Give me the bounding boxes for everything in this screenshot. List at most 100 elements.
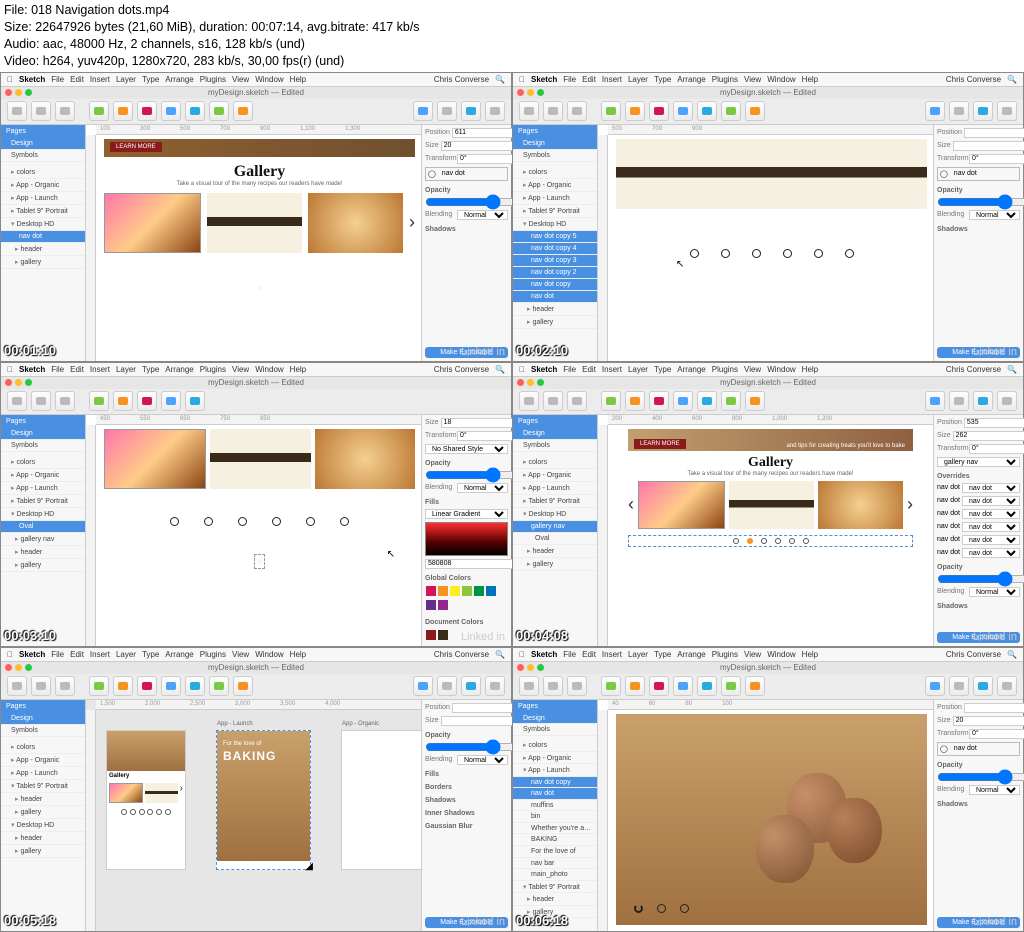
page-item[interactable]: Symbols (1, 150, 85, 162)
canvas[interactable]: 1003005007009001,1001,300 LEARN MORE Gal… (86, 125, 421, 361)
tool-button[interactable] (137, 101, 157, 121)
file-line: Video: h264, yuv420p, 1280x720, 283 kb/s… (4, 53, 1020, 70)
arrow-right-icon[interactable]: › (907, 494, 913, 515)
layer-item-selected[interactable]: nav dot copy 2 (513, 267, 597, 279)
app-name[interactable]: Sketch (19, 75, 45, 84)
tool-button[interactable] (413, 101, 433, 121)
nav-dots[interactable] (616, 249, 927, 258)
thumb-3: SketchFileEditInsertLayerTypeArrangePlug… (0, 362, 512, 647)
layer-item-selected[interactable]: nav dot copy 3 (513, 255, 597, 267)
layer-item-selected[interactable]: nav dot copy (513, 777, 597, 789)
arrow-left-icon[interactable]: ‹ (628, 494, 634, 515)
layer-item-selected[interactable]: Oval (1, 521, 85, 533)
panel-header: Pages (1, 125, 85, 138)
layer-item[interactable]: colors (1, 166, 85, 179)
tool-button[interactable] (89, 101, 109, 121)
thumbnail-grid: Sketch File Edit Insert Layer Type Arrange Plu… (0, 72, 1024, 932)
nav-dot-active[interactable] (747, 538, 753, 544)
user-name[interactable]: Chris Converse (434, 75, 489, 84)
gallery-image[interactable] (207, 193, 302, 253)
search-icon[interactable]: 🔍 (495, 75, 505, 84)
layer-item[interactable]: gallery (1, 256, 85, 269)
layer-item[interactable]: Desktop HD (1, 218, 85, 231)
layers-panel[interactable]: Pages Design Symbols colors App - Organi… (1, 125, 86, 361)
thumb-2: SketchFileEditInsertLayerTypeArrangePlug… (512, 72, 1024, 362)
timestamp: 00:06:18 (516, 913, 568, 928)
gallery-title: Gallery (104, 163, 415, 181)
arrow-right-icon[interactable]: › (409, 212, 415, 233)
tool-button[interactable] (485, 101, 505, 121)
nav-dot[interactable] (690, 249, 699, 258)
layer-item-selected[interactable]: gallery nav (513, 521, 597, 533)
swatch-row[interactable] (425, 585, 508, 613)
gallery-image[interactable] (104, 193, 201, 253)
fill-type-select[interactable]: Linear Gradient (425, 509, 508, 519)
tool-button[interactable] (161, 101, 181, 121)
gallery-nav-select[interactable]: gallery nav (937, 457, 1020, 467)
thumb-1: Sketch File Edit Insert Layer Type Arrange Plu… (0, 72, 512, 362)
tool-button[interactable] (7, 101, 27, 121)
gallery-image[interactable] (308, 193, 403, 253)
color-picker[interactable] (425, 522, 508, 556)
thumb-4: SketchFileEditInsertLayerTypeArrangePlug… (512, 362, 1024, 647)
layer-item[interactable]: App - Launch (1, 192, 85, 205)
traffic-lights[interactable] (5, 89, 32, 96)
resize-handle-icon[interactable]: ◢ (305, 861, 313, 872)
menubar[interactable]: Sketch File Edit Insert Layer Type Arrange Plu… (1, 73, 511, 87)
layer-item-selected[interactable]: nav dot copy 4 (513, 243, 597, 255)
layer-item-selected[interactable]: nav dot (513, 291, 597, 303)
menu-item[interactable]: Arrange (165, 75, 193, 84)
tool-button[interactable] (209, 101, 229, 121)
blend-select[interactable]: Normal (457, 210, 508, 220)
hero-text: and tips for creating treats you'll love… (786, 443, 905, 449)
symbol-name[interactable]: nav dot (442, 170, 465, 177)
selection-marker[interactable]: ◌ (254, 554, 265, 569)
nav-dots-group[interactable] (628, 535, 913, 547)
section-label: Opacity (425, 187, 508, 194)
menu-item[interactable]: Edit (70, 75, 84, 84)
menu-item[interactable]: Layer (116, 75, 136, 84)
tool-button[interactable] (233, 101, 253, 121)
menu-item[interactable]: Help (290, 75, 306, 84)
inspector-panel[interactable]: Position Size Transform ◯ nav dot Opacit… (421, 125, 511, 361)
tool-button[interactable] (113, 101, 133, 121)
tool-button[interactable] (437, 101, 457, 121)
egg-image (756, 815, 814, 883)
hex-input[interactable] (425, 559, 522, 569)
style-select[interactable]: No Shared Style (425, 444, 508, 454)
menu-item[interactable]: Type (142, 75, 159, 84)
timestamp: 00:01:10 (4, 343, 56, 358)
menu-item[interactable]: File (51, 75, 64, 84)
artboard-selected[interactable]: App - Launch For the love of BAKING ◢ (216, 730, 311, 870)
nav-dot-loading[interactable] (634, 904, 643, 913)
layers-panel[interactable]: Pages Design Symbols colors App - Organi… (513, 125, 598, 361)
menu-item[interactable]: Window (255, 75, 283, 84)
apple-icon[interactable] (7, 75, 13, 84)
tool-button[interactable] (185, 101, 205, 121)
tool-button[interactable] (461, 101, 481, 121)
layer-item[interactable]: header (1, 243, 85, 256)
cursor-icon: ↖ (676, 259, 684, 270)
layer-item-selected[interactable]: nav dot (513, 788, 597, 800)
timestamp: 00:04:08 (516, 628, 568, 643)
layer-item-selected[interactable]: nav dot copy 5 (513, 231, 597, 243)
canvas-image (616, 139, 927, 209)
layer-item[interactable]: App - Organic (1, 179, 85, 192)
file-info: File: 018 Navigation dots.mp4 Size: 2264… (0, 0, 1024, 72)
menu-item[interactable]: Insert (90, 75, 110, 84)
menu-item[interactable]: View (232, 75, 249, 84)
learn-more-button[interactable]: LEARN MORE (110, 142, 162, 152)
page-item[interactable]: Design (513, 138, 597, 150)
tool-button[interactable] (55, 101, 75, 121)
tool-button[interactable] (31, 101, 51, 121)
timestamp: 00:03:10 (4, 628, 56, 643)
menu-item[interactable]: Plugins (200, 75, 226, 84)
page-item[interactable]: Symbols (513, 150, 597, 162)
page-item[interactable]: Design (1, 138, 85, 150)
layer-item-selected[interactable]: nav dot (1, 231, 85, 243)
file-line: Audio: aac, 48000 Hz, 2 channels, s16, 1… (4, 36, 1020, 53)
toolbar[interactable] (1, 99, 511, 125)
nav-dots[interactable] (634, 904, 689, 913)
layer-item[interactable]: Tablet 9" Portrait (1, 205, 85, 218)
layer-item-selected[interactable]: nav dot copy (513, 279, 597, 291)
